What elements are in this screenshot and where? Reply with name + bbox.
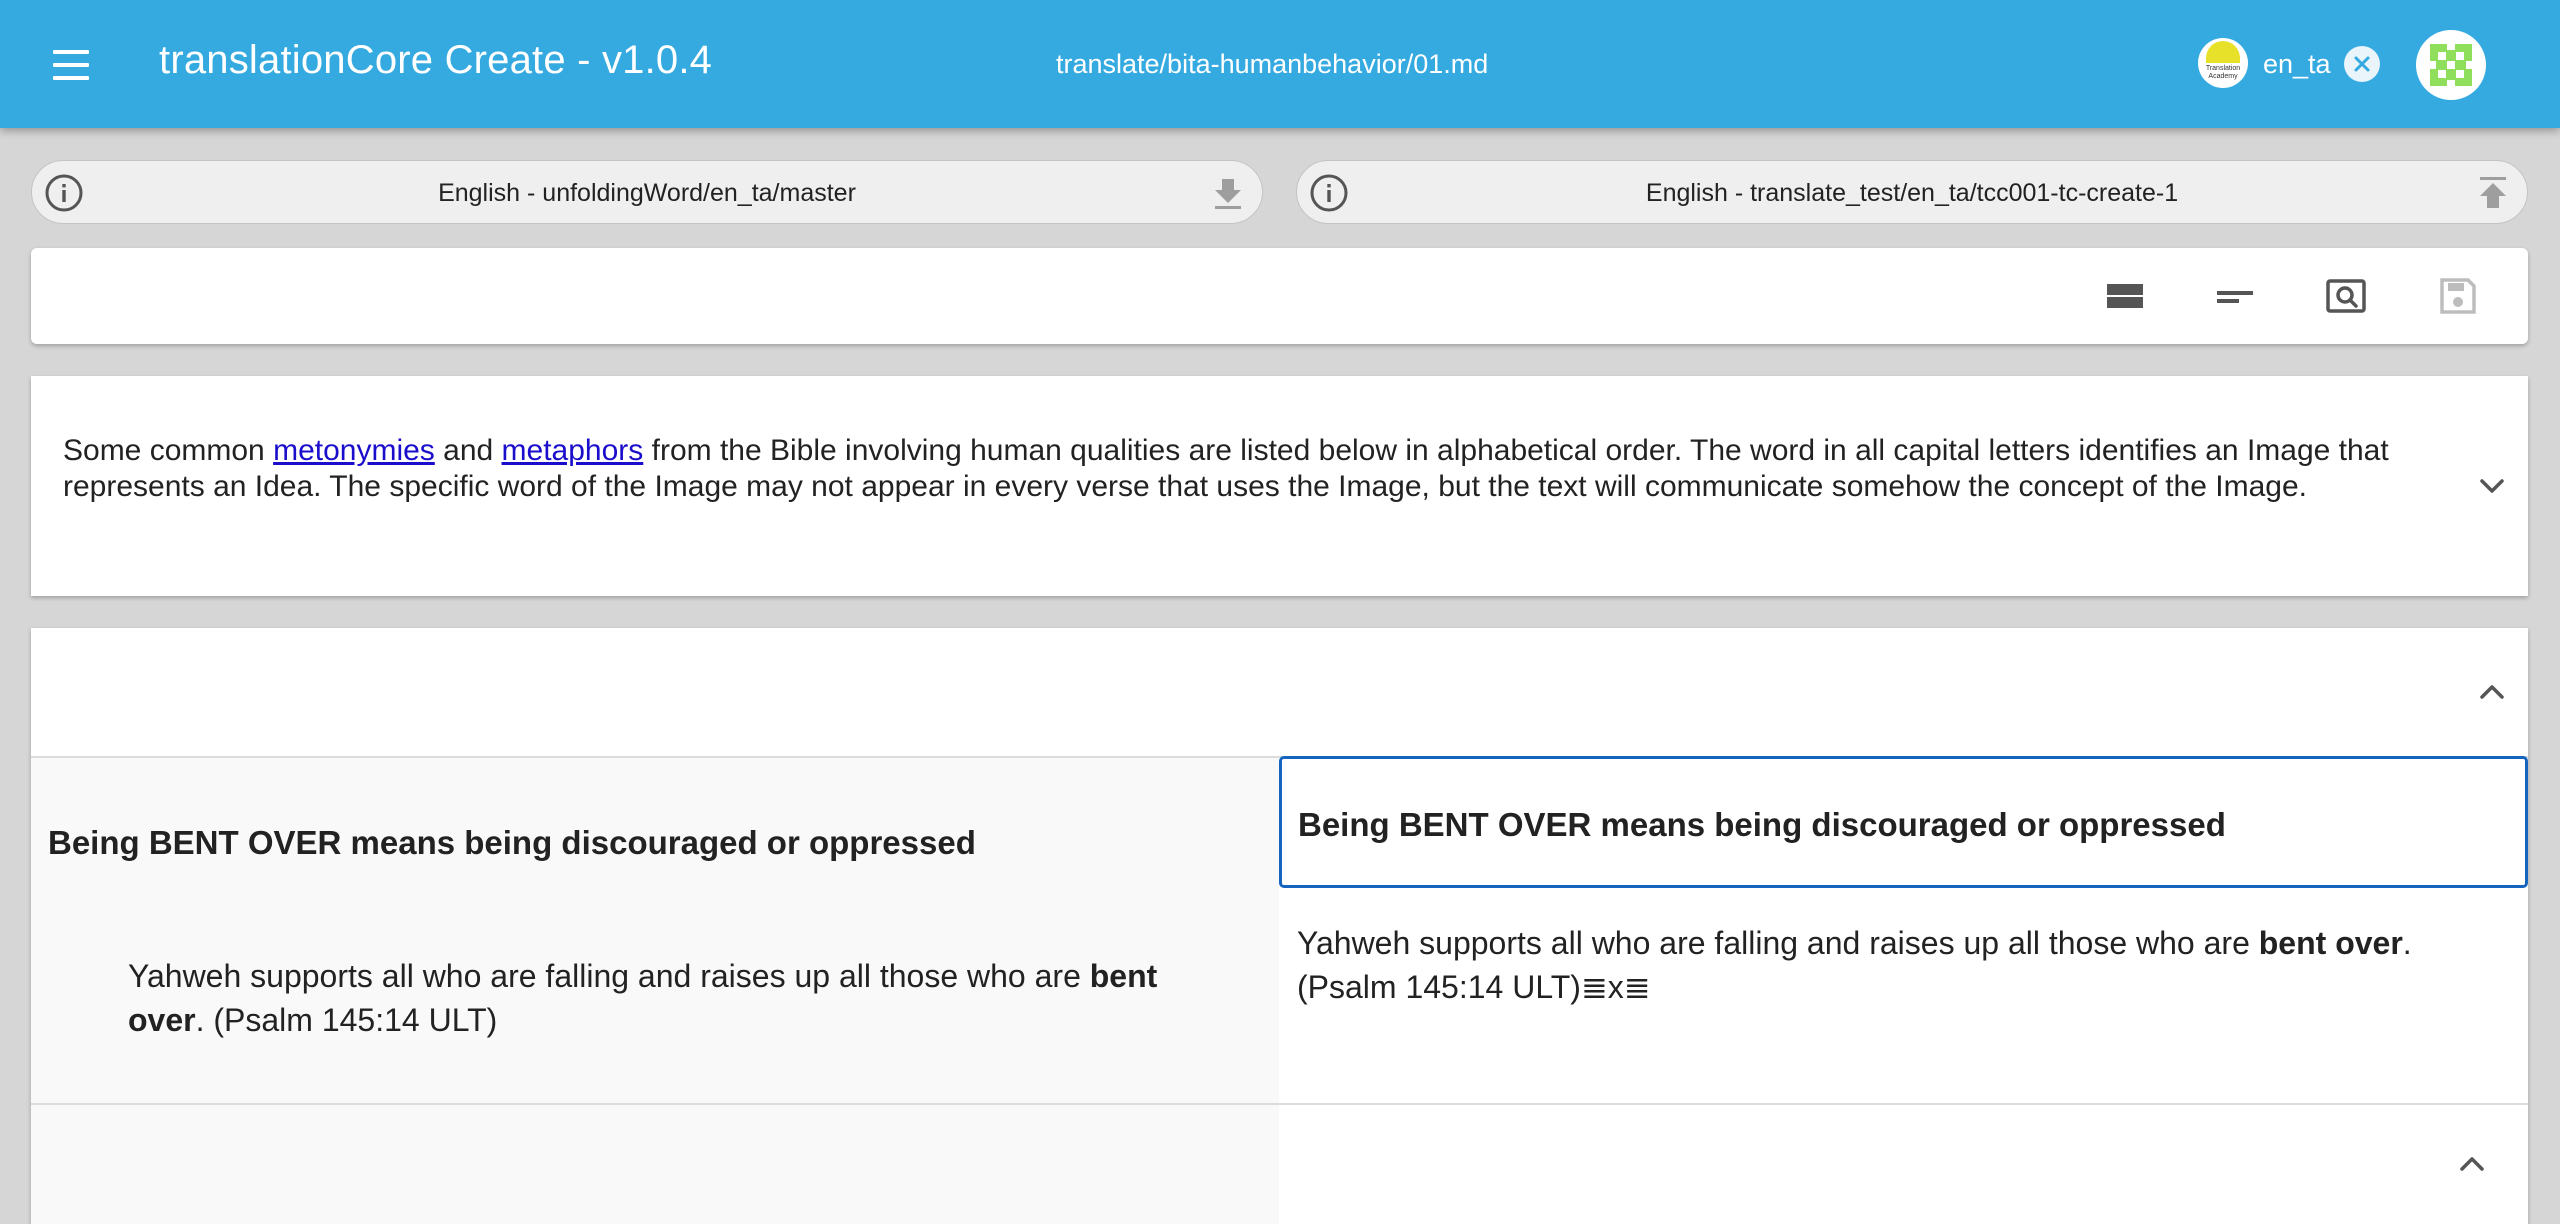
source-resource-label: English - unfoldingWord/en_ta/master [438,179,856,207]
upload-icon[interactable] [2475,175,2511,211]
intro-text-part: Some common [63,434,274,467]
app-bar: translationCore Create - v1.0.4 translat… [0,0,2560,128]
close-icon[interactable] [2344,46,2380,82]
info-icon[interactable] [44,173,84,213]
quote-bold-text: bent over [2258,925,2403,961]
preview-icon[interactable] [2211,272,2259,320]
intro-text-part: and [434,434,502,467]
source-quote: Yahweh supports all who are falling and … [128,954,1228,1042]
hamburger-menu-icon[interactable] [50,46,92,82]
source-resource-bar: English - unfoldingWord/en_ta/master [31,160,1263,224]
section-divider [31,1103,2528,1105]
source-column: Being BENT OVER means being discouraged … [31,758,1279,1224]
user-avatar[interactable] [2416,30,2486,100]
app-title: translationCore Create - v1.0.4 [159,38,713,82]
file-path: translate/bita-humanbehavior/01.md [1056,49,1489,79]
find-icon[interactable] [2322,272,2370,320]
download-icon[interactable] [1210,175,1246,211]
metaphors-link[interactable]: metaphors [502,434,644,467]
metonymies-link[interactable]: metonymies [273,434,435,467]
save-icon[interactable] [2434,272,2482,320]
quote-text: Yahweh supports all who are falling and … [128,958,1090,994]
view-blocks-icon[interactable] [2101,272,2149,320]
target-quote-editor[interactable]: Yahweh supports all who are falling and … [1297,921,2497,1009]
quote-text: Yahweh supports all who are falling and … [1297,925,2259,961]
intro-paragraph: Some common metonymies and metaphors fro… [63,433,2433,505]
language-code: en_ta [2263,49,2331,79]
intro-section: Some common metonymies and metaphors fro… [31,376,2528,596]
logo-label: Translation Academy [2205,65,2241,80]
source-heading: Being BENT OVER means being discouraged … [48,824,976,861]
target-heading: Being BENT OVER means being discouraged … [1298,806,2226,843]
target-heading-editor[interactable]: Being BENT OVER means being discouraged … [1279,756,2528,888]
editor-toolbar [31,248,2528,344]
translation-section: Being BENT OVER means being discouraged … [31,628,2528,1224]
chevron-down-icon[interactable] [2472,466,2512,506]
translation-academy-logo: Translation Academy [2198,38,2248,88]
target-resource-bar: English - translate_test/en_ta/tcc001-tc… [1296,160,2528,224]
chevron-up-icon[interactable] [2472,672,2512,712]
markdown-artifact: ≣x≣ [1580,969,1651,1005]
chevron-up-icon[interactable] [2452,1144,2492,1184]
quote-text: . (Psalm 145:14 ULT) [195,1002,498,1038]
info-icon[interactable] [1309,173,1349,213]
target-resource-label: English - translate_test/en_ta/tcc001-tc… [1645,179,2179,207]
